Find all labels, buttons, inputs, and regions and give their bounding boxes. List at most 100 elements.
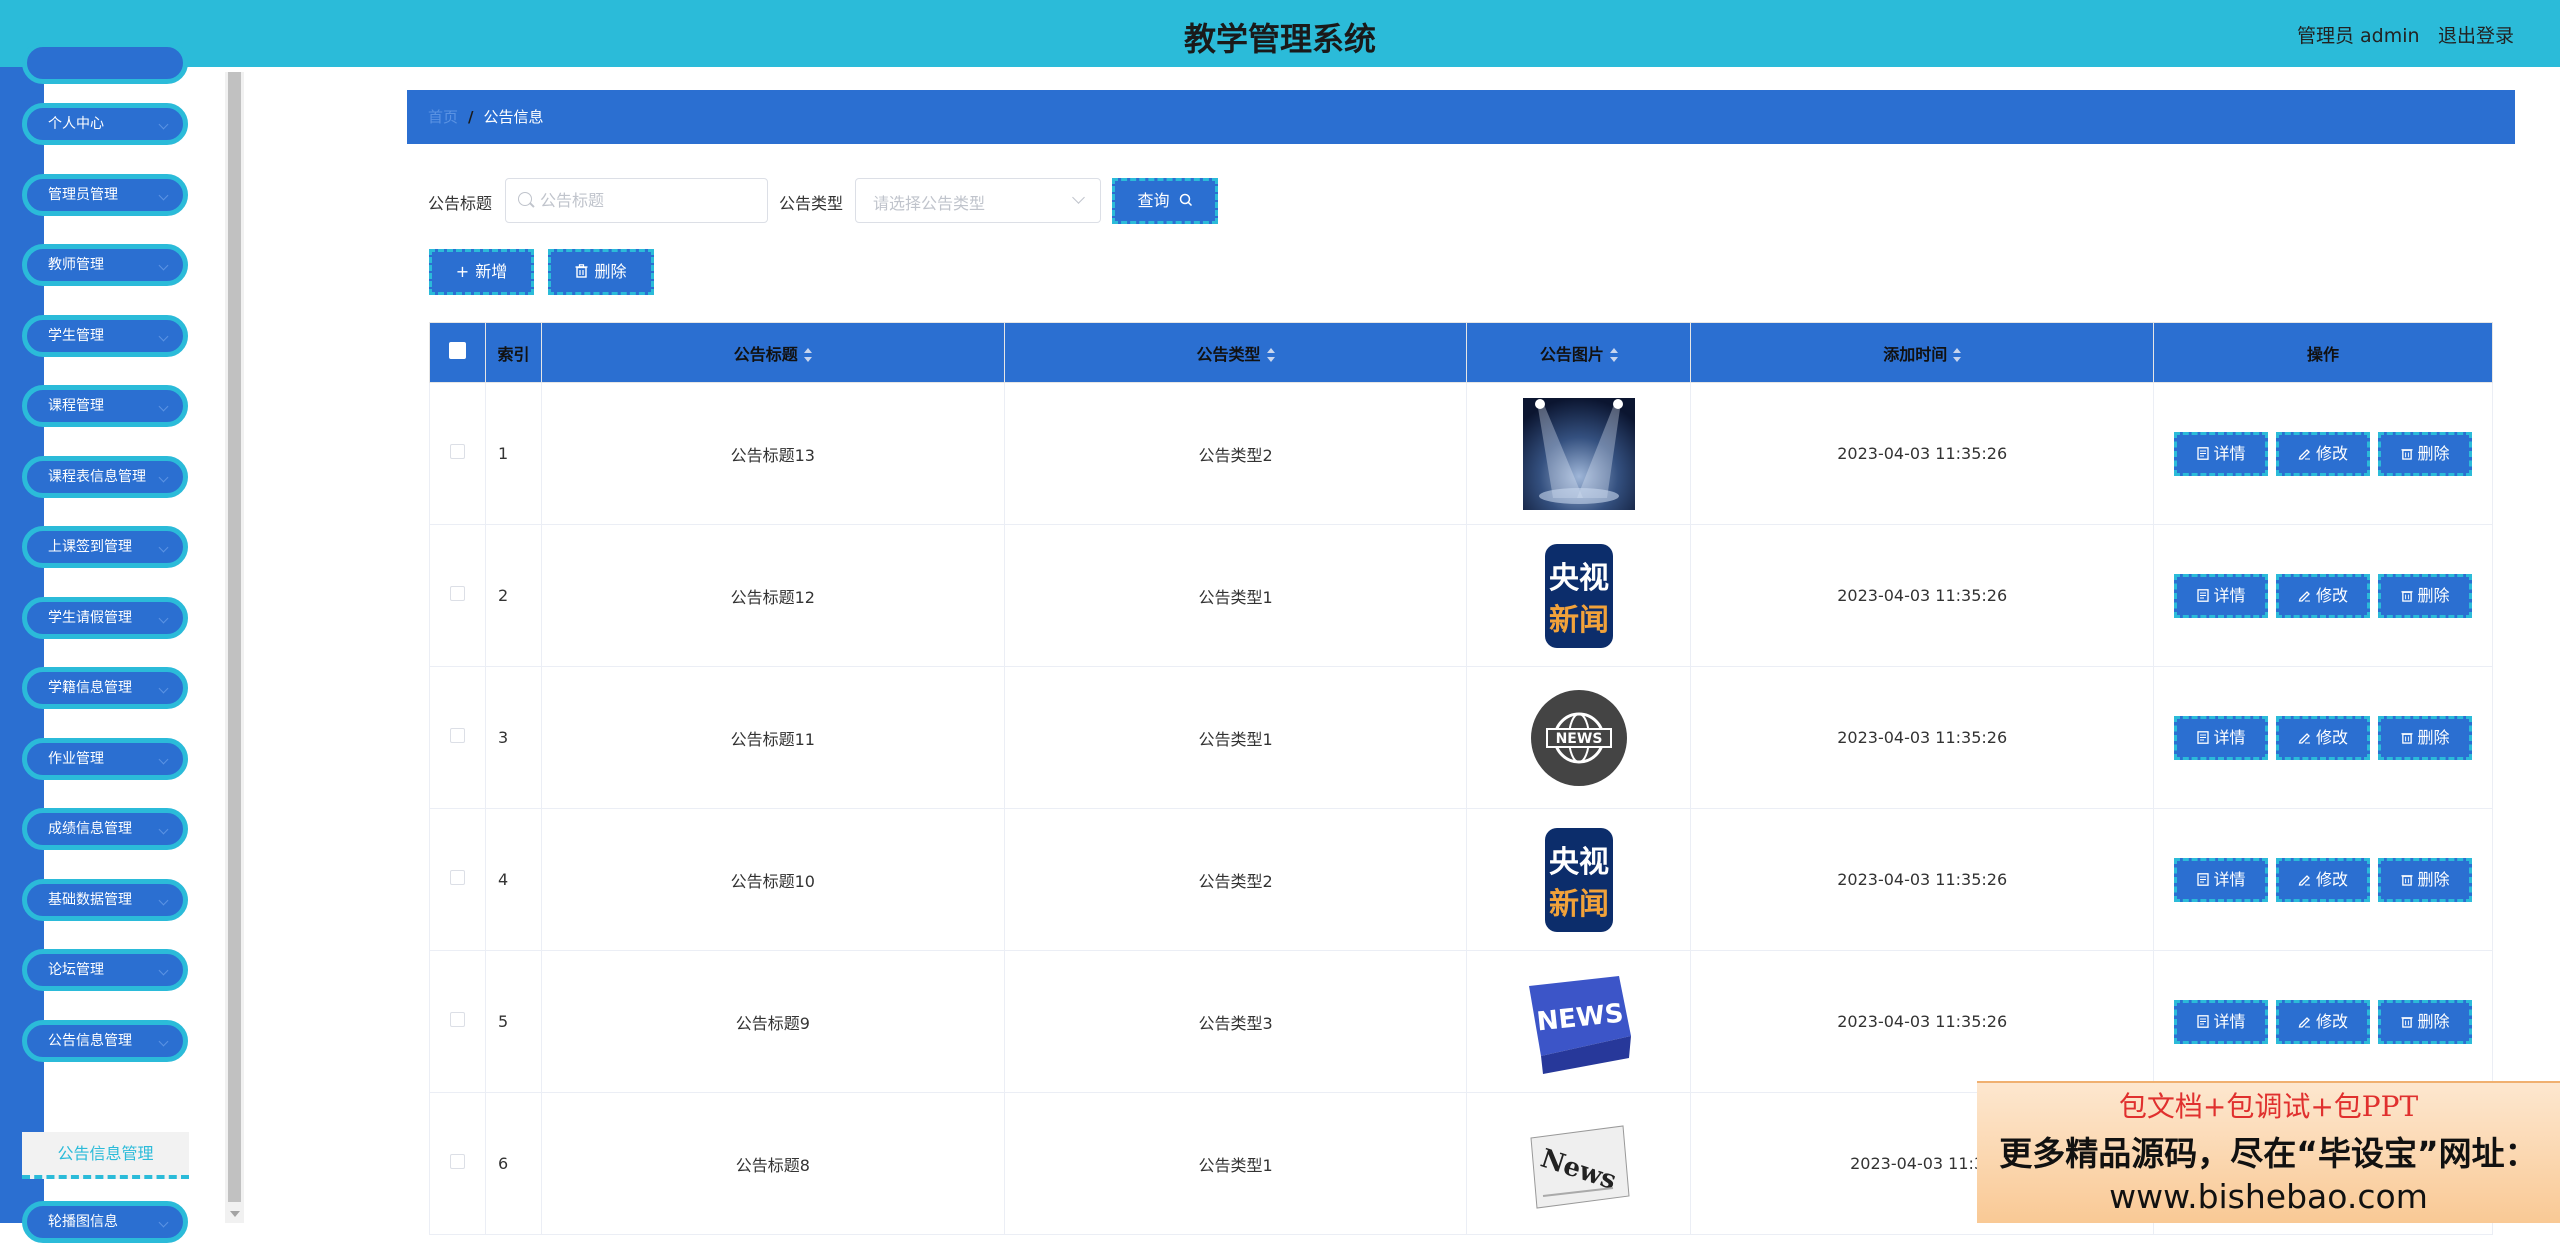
delete-button[interactable]: 删除 <box>2378 715 2473 760</box>
sort-icon[interactable] <box>803 348 812 362</box>
scrollbar-thumb[interactable] <box>228 72 241 1202</box>
type-select[interactable]: 请选择公告类型 <box>855 178 1101 223</box>
row-checkbox[interactable] <box>449 870 465 885</box>
edit-label: 修改 <box>2316 727 2349 747</box>
row-select-cell <box>429 666 486 809</box>
detail-button[interactable]: 详情 <box>2174 573 2269 618</box>
delete-button[interactable]: 删除 <box>2378 857 2473 902</box>
sidebar-item-partial[interactable] <box>22 42 188 84</box>
row-checkbox[interactable] <box>449 1154 465 1169</box>
batch-delete-button[interactable]: 删除 <box>548 249 654 295</box>
row-time: 2023-04-03 11:35:26 <box>1690 524 2155 667</box>
sidebar-item-schedule-management[interactable]: 课程表信息管理 <box>22 456 188 498</box>
title-search-input[interactable] <box>540 179 760 222</box>
row-checkbox[interactable] <box>449 1012 465 1027</box>
row-actions: 详情 修改 删除 <box>2153 382 2493 525</box>
delete-button[interactable]: 删除 <box>2378 431 2473 476</box>
row-select-cell <box>429 1092 486 1235</box>
sort-icon[interactable] <box>1609 348 1618 362</box>
svg-text:新闻: 新闻 <box>1549 603 1609 638</box>
cctv-news-logo[interactable]: 央视 新闻 <box>1522 539 1635 652</box>
sidebar-item-leave-management[interactable]: 学生请假管理 <box>22 597 188 639</box>
scroll-down-arrow-icon[interactable] <box>230 1211 240 1217</box>
sidebar-item-admin-management[interactable]: 管理员管理 <box>22 174 188 216</box>
globe-news-icon[interactable]: NEWS <box>1522 681 1635 794</box>
sidebar-item-carousel-info[interactable]: 轮播图信息 <box>22 1201 188 1243</box>
detail-button[interactable]: 详情 <box>2174 999 2269 1044</box>
sidebar-item-checkin-management[interactable]: 上课签到管理 <box>22 526 188 568</box>
detail-button[interactable]: 详情 <box>2174 857 2269 902</box>
chevron-down-icon <box>158 613 169 624</box>
chevron-down-icon <box>158 401 169 412</box>
title-search-field[interactable] <box>505 178 768 223</box>
header-index: 索引 <box>484 322 542 383</box>
row-type: 公告类型3 <box>1003 950 1468 1093</box>
sidebar-item-course-management[interactable]: 课程管理 <box>22 385 188 427</box>
edit-button[interactable]: 修改 <box>2276 999 2371 1044</box>
sidebar-item-personal-center[interactable]: 个人中心 <box>22 103 188 145</box>
edit-button[interactable]: 修改 <box>2276 431 2371 476</box>
edit-button[interactable]: 修改 <box>2276 715 2371 760</box>
table-row: 1 公告标题13 公告类型2 2023-04-03 11:35:26 详情 修改 删除 <box>429 382 2493 525</box>
delete-button[interactable]: 删除 <box>2378 999 2473 1044</box>
row-index: 6 <box>484 1092 542 1235</box>
header-time[interactable]: 添加时间 <box>1690 322 2155 383</box>
table-row: 4 公告标题10 公告类型2 央视 新闻 2023-04-03 11:35:26 详情 修改 删… <box>429 808 2493 951</box>
query-button[interactable]: 查询 <box>1112 178 1218 224</box>
cctv-news-logo[interactable]: 央视 新闻 <box>1522 823 1635 936</box>
sidebar-item-teacher-management[interactable]: 教师管理 <box>22 244 188 286</box>
edit-icon <box>2298 448 2311 460</box>
header-title[interactable]: 公告标题 <box>540 322 1005 383</box>
chevron-down-icon <box>158 542 169 553</box>
sidebar-item-enrollment-management[interactable]: 学籍信息管理 <box>22 667 188 709</box>
sidebar-item-homework-management[interactable]: 作业管理 <box>22 738 188 780</box>
news-key-image[interactable]: NEWS <box>1522 965 1635 1078</box>
detail-label: 详情 <box>2213 585 2246 605</box>
top-header: 教学管理系统 管理员 admin 退出登录 <box>0 0 2560 67</box>
row-time: 2023-04-03 11:35:26 <box>1690 666 2155 809</box>
detail-button[interactable]: 详情 <box>2174 715 2269 760</box>
row-checkbox[interactable] <box>449 586 465 601</box>
sort-icon[interactable] <box>1953 348 1962 362</box>
submenu-item-announcement-management[interactable]: 公告信息管理 <box>22 1132 189 1179</box>
sort-icon[interactable] <box>1266 348 1275 362</box>
detail-button[interactable]: 详情 <box>2174 431 2269 476</box>
header-image[interactable]: 公告图片 <box>1466 322 1692 383</box>
chevron-down-icon <box>1072 191 1085 204</box>
newspaper-image[interactable]: News <box>1522 1107 1635 1220</box>
sidebar-item-basic-data-management[interactable]: 基础数据管理 <box>22 879 188 921</box>
row-select-cell <box>429 524 486 667</box>
promo-line-3: www.bishebao.com <box>2109 1177 2428 1216</box>
stage-spotlight-image[interactable] <box>1522 397 1635 510</box>
delete-button[interactable]: 删除 <box>2378 573 2473 618</box>
breadcrumb-home[interactable]: 首页 <box>428 108 458 126</box>
row-checkbox[interactable] <box>449 444 465 459</box>
sidebar-item-announcement-management[interactable]: 公告信息管理 <box>22 1020 188 1062</box>
sidebar-item-student-management[interactable]: 学生管理 <box>22 315 188 357</box>
chevron-down-icon <box>158 190 169 201</box>
trash-icon <box>2400 590 2413 602</box>
header-type[interactable]: 公告类型 <box>1003 322 1468 383</box>
query-button-label: 查询 <box>1137 191 1170 210</box>
edit-icon <box>2298 590 2311 602</box>
admin-user-label: 管理员 admin <box>2297 25 2420 47</box>
select-all-checkbox[interactable] <box>448 342 466 359</box>
sidebar-scrollbar[interactable] <box>225 72 244 1223</box>
delete-label: 删除 <box>2417 869 2450 889</box>
header-actions: 操作 <box>2153 322 2493 383</box>
table-row: 3 公告标题11 公告类型1 NEWS 2023-04-03 11:35:26 详情 修改 删… <box>429 666 2493 809</box>
sidebar-item-label: 学籍信息管理 <box>48 680 132 696</box>
add-button[interactable]: + 新增 <box>429 249 534 295</box>
edit-button[interactable]: 修改 <box>2276 573 2371 618</box>
row-actions: 详情 修改 删除 <box>2153 666 2493 809</box>
sidebar-item-grades-management[interactable]: 成绩信息管理 <box>22 808 188 850</box>
chevron-down-icon <box>158 472 169 483</box>
edit-button[interactable]: 修改 <box>2276 857 2371 902</box>
logout-link[interactable]: 退出登录 <box>2438 21 2514 48</box>
row-checkbox[interactable] <box>449 728 465 743</box>
delete-label: 删除 <box>2417 727 2450 747</box>
detail-label: 详情 <box>2213 443 2246 463</box>
row-image-cell: 央视 新闻 <box>1466 808 1692 951</box>
row-type: 公告类型2 <box>1003 382 1468 525</box>
sidebar-item-forum-management[interactable]: 论坛管理 <box>22 949 188 991</box>
